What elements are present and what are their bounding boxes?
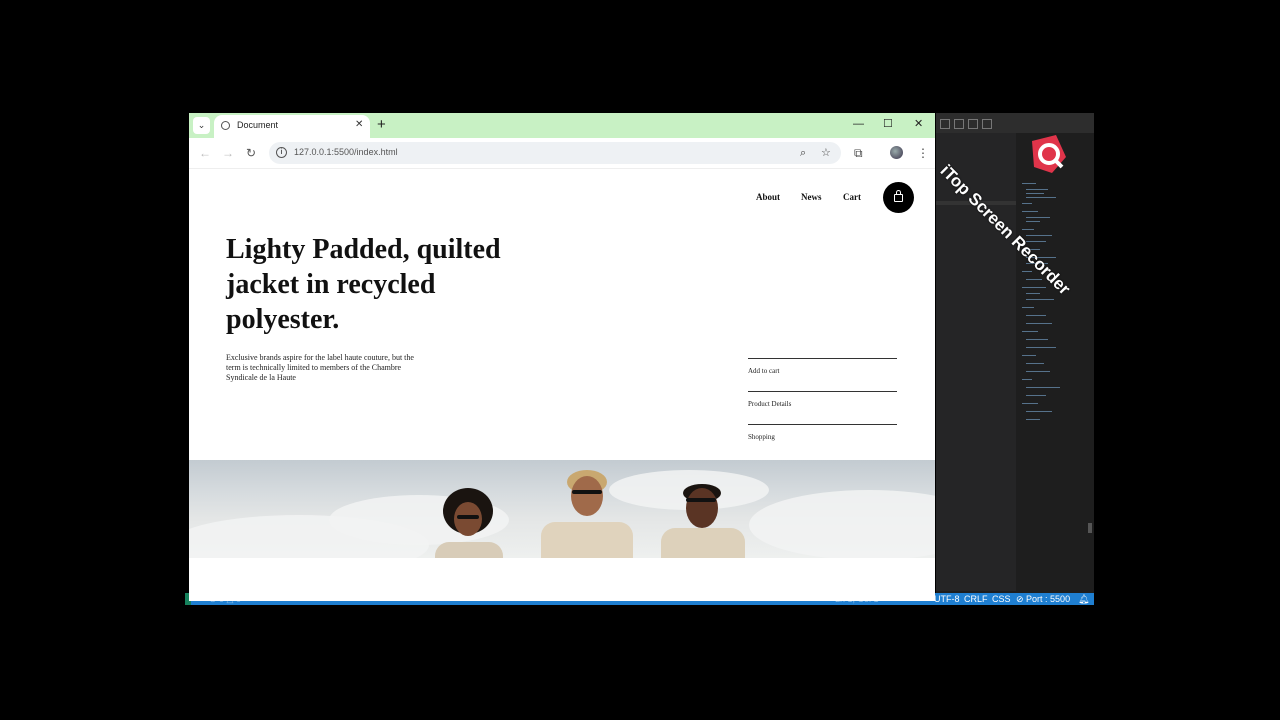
shopping-bag-icon <box>894 194 903 202</box>
menu-icon[interactable]: ⋮ <box>917 145 929 161</box>
back-button[interactable]: ← <box>199 145 211 161</box>
forward-button[interactable]: → <box>222 145 234 161</box>
layout-icon[interactable] <box>940 119 950 129</box>
eol-indicator[interactable]: CRLF <box>964 593 988 605</box>
encoding-indicator[interactable]: UTF-8 <box>934 593 960 605</box>
nav-about[interactable]: About <box>756 192 780 202</box>
layout-icon[interactable] <box>982 119 992 129</box>
editor-scrollbar[interactable] <box>1088 523 1092 533</box>
tab-title: Document <box>237 120 279 130</box>
address-bar[interactable]: i 127.0.0.1:5500/index.html ⌕ ☆ <box>269 142 841 164</box>
cart-button[interactable] <box>883 182 914 213</box>
web-page: About News Cart Lighty Padded, quilted j… <box>189 169 935 601</box>
nav-cart[interactable]: Cart <box>843 192 861 202</box>
action-label: Shopping <box>748 433 775 441</box>
window-close-button[interactable]: ✕ <box>914 117 923 131</box>
zoom-icon[interactable]: ⌕ <box>800 146 806 160</box>
recorder-logo-icon <box>1032 135 1066 173</box>
new-tab-button[interactable]: + <box>377 116 386 134</box>
live-server-port[interactable]: ⊘ Port : 5500 <box>1016 593 1070 605</box>
action-label: Product Details <box>748 400 792 408</box>
model-left <box>433 460 505 558</box>
model-right <box>661 460 745 558</box>
model-center <box>541 460 633 558</box>
nav-news[interactable]: News <box>801 192 822 202</box>
action-label: Add to cart <box>748 367 780 375</box>
tab-search-button[interactable]: ⌄ <box>193 117 210 134</box>
minimize-button[interactable]: — <box>853 117 864 131</box>
product-headline: Lighty Padded, quilted jacket in recycle… <box>226 234 501 335</box>
shopping-link[interactable]: Shopping <box>748 424 897 457</box>
browser-window: ⌄ Document ✕ + — ☐ ✕ ← → ↻ i 127.0.0.1:5… <box>189 113 935 601</box>
chevron-down-icon: ⌄ <box>197 120 206 130</box>
hero-image <box>189 460 935 558</box>
bell-icon[interactable]: 🔔︎ <box>1078 593 1089 605</box>
product-details-link[interactable]: Product Details <box>748 391 897 424</box>
minimap[interactable] <box>1022 183 1086 483</box>
extensions-icon[interactable]: ⧉ <box>854 145 863 161</box>
tab-document[interactable]: Document ✕ <box>214 115 370 138</box>
close-icon[interactable]: ✕ <box>355 119 363 130</box>
maximize-button[interactable]: ☐ <box>883 117 893 131</box>
url-text[interactable]: 127.0.0.1:5500/index.html <box>294 147 398 157</box>
globe-icon <box>221 121 230 130</box>
site-info-icon[interactable]: i <box>276 147 287 158</box>
layout-icon[interactable] <box>954 119 964 129</box>
browser-toolbar: ← → ↻ i 127.0.0.1:5500/index.html ⌕ ☆ ⧉ … <box>189 138 935 169</box>
bookmark-star-icon[interactable]: ☆ <box>821 146 831 160</box>
tab-strip: ⌄ Document ✕ + — ☐ ✕ <box>189 113 935 138</box>
reload-button[interactable]: ↻ <box>246 145 256 161</box>
language-mode[interactable]: CSS <box>992 593 1011 605</box>
layout-icon[interactable] <box>968 119 978 129</box>
add-to-cart-link[interactable]: Add to cart <box>748 358 897 391</box>
product-description: Exclusive brands aspire for the label ha… <box>226 353 414 382</box>
vscode-window: iTop Screen Recorder <box>936 113 1094 605</box>
profile-avatar[interactable] <box>890 146 903 159</box>
